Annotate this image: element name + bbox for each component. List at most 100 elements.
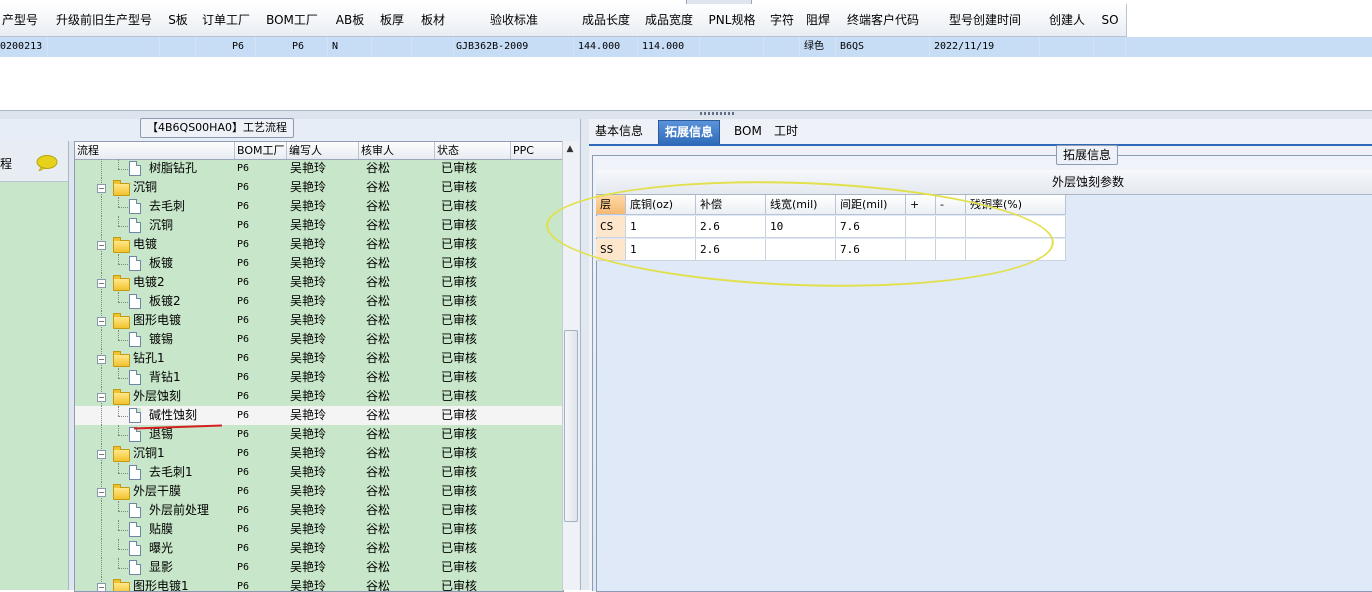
tree-node-label[interactable]: 去毛刺 bbox=[149, 197, 185, 216]
collapse-toggle-icon[interactable]: − bbox=[97, 393, 106, 402]
product-grid-row-selected[interactable]: 0200213 P6 P6 N GJB362B-2009 144.000 114.000 绿色… bbox=[0, 37, 1372, 57]
grid-cell[interactable] bbox=[372, 37, 412, 57]
tree-row[interactable]: − 沉铜 P6 吴艳玲 谷松 已审核 bbox=[75, 178, 563, 197]
tree-column-header[interactable]: 核审人 bbox=[359, 142, 435, 159]
tree-node-label[interactable]: 碱性蚀刻 bbox=[149, 406, 197, 425]
collapse-toggle-icon[interactable]: − bbox=[97, 488, 106, 497]
grid-cell[interactable] bbox=[1040, 37, 1094, 57]
tree-node-label[interactable]: 电镀2 bbox=[133, 273, 165, 292]
tree-column-header[interactable]: 流程 bbox=[75, 142, 235, 159]
tree-row[interactable]: 树脂钻孔 P6 吴艳玲 谷松 已审核 bbox=[75, 159, 563, 178]
tree-row[interactable]: − 外层干膜 P6 吴艳玲 谷松 已审核 bbox=[75, 482, 563, 501]
grid-header-cell[interactable]: 阻焊 bbox=[800, 4, 837, 37]
tree-row[interactable]: 板镀2 P6 吴艳玲 谷松 已审核 bbox=[75, 292, 563, 311]
grid-cell[interactable] bbox=[160, 37, 196, 57]
chat-bubble-icon[interactable] bbox=[36, 155, 58, 171]
tree-node-label[interactable]: 外层前处理 bbox=[149, 501, 209, 520]
grid-header-cell[interactable]: S板 bbox=[160, 4, 197, 37]
grid-cell[interactable]: GJB362B-2009 bbox=[454, 37, 574, 57]
tree-node-label[interactable]: 外层干膜 bbox=[133, 482, 181, 501]
tree-row[interactable]: − 外层蚀刻 P6 吴艳玲 谷松 已审核 bbox=[75, 387, 563, 406]
collapse-toggle-icon[interactable]: − bbox=[97, 583, 106, 591]
tree-node-label[interactable]: 图形电镀 bbox=[133, 311, 181, 330]
tree-row[interactable]: 背钻1 P6 吴艳玲 谷松 已审核 bbox=[75, 368, 563, 387]
tree-row[interactable]: − 电镀2 P6 吴艳玲 谷松 已审核 bbox=[75, 273, 563, 292]
tree-node-label[interactable]: 沉铜 bbox=[133, 178, 157, 197]
grid-cell[interactable]: P6 bbox=[256, 37, 328, 57]
grid-header-cell[interactable]: 成品宽度 bbox=[638, 4, 701, 37]
grid-header-cell[interactable]: 升级前旧生产型号 bbox=[48, 4, 161, 37]
grid-cell[interactable] bbox=[1094, 37, 1126, 57]
tree-column-header[interactable]: BOM工厂 bbox=[235, 142, 287, 159]
grid-header-cell[interactable]: 产型号 bbox=[0, 4, 49, 37]
tree-row[interactable]: 沉铜 P6 吴艳玲 谷松 已审核 bbox=[75, 216, 563, 235]
scroll-up-arrow-icon[interactable]: ▲ bbox=[562, 141, 578, 157]
grid-header-cell[interactable]: 型号创建时间 bbox=[930, 4, 1041, 37]
grid-cell[interactable] bbox=[412, 37, 454, 57]
tree-row[interactable]: 板镀 P6 吴艳玲 谷松 已审核 bbox=[75, 254, 563, 273]
tree-row[interactable]: − 图形电镀 P6 吴艳玲 谷松 已审核 bbox=[75, 311, 563, 330]
grid-header-cell[interactable]: 创建人 bbox=[1040, 4, 1095, 37]
tree-column-header[interactable]: 编写人 bbox=[287, 142, 359, 159]
grid-cell[interactable]: 绿色 bbox=[800, 37, 836, 57]
tree-node-label[interactable]: 显影 bbox=[149, 558, 173, 577]
grid-header-cell[interactable]: 板厚 bbox=[372, 4, 413, 37]
grid-header-cell[interactable]: PNL规格 bbox=[700, 4, 765, 37]
tree-row[interactable]: 去毛刺1 P6 吴艳玲 谷松 已审核 bbox=[75, 463, 563, 482]
grid-header-cell[interactable]: SO bbox=[1094, 4, 1127, 37]
tree-node-label[interactable]: 沉铜1 bbox=[133, 444, 165, 463]
tree-column-header[interactable]: PPC bbox=[511, 142, 563, 159]
collapse-toggle-icon[interactable]: − bbox=[97, 241, 106, 250]
grid-cell[interactable]: 2022/11/19 bbox=[930, 37, 1040, 57]
tab-basic-info[interactable]: 基本信息 bbox=[589, 120, 649, 144]
grid-cell[interactable] bbox=[764, 37, 800, 57]
tree-row[interactable]: 显影 P6 吴艳玲 谷松 已审核 bbox=[75, 558, 563, 577]
grid-cell[interactable]: 0200213 bbox=[0, 37, 48, 57]
collapse-toggle-icon[interactable]: − bbox=[97, 355, 106, 364]
tree-row[interactable]: 外层前处理 P6 吴艳玲 谷松 已审核 bbox=[75, 501, 563, 520]
tree-node-label[interactable]: 镀锡 bbox=[149, 330, 173, 349]
grid-header-cell[interactable]: 终端客户代码 bbox=[836, 4, 931, 37]
tree-scrollbar-thumb[interactable] bbox=[564, 330, 578, 522]
grid-header-cell[interactable]: 板材 bbox=[412, 4, 455, 37]
tab-labor-hours[interactable]: 工时 bbox=[768, 120, 804, 144]
tree-node-label[interactable]: 板镀2 bbox=[149, 292, 181, 311]
tree-node-label[interactable]: 外层蚀刻 bbox=[133, 387, 181, 406]
tree-column-header[interactable]: 状态 bbox=[435, 142, 511, 159]
tree-node-label[interactable]: 钻孔1 bbox=[133, 349, 165, 368]
grid-cell[interactable]: N bbox=[328, 37, 372, 57]
tree-node-label[interactable]: 背钻1 bbox=[149, 368, 181, 387]
collapse-toggle-icon[interactable]: − bbox=[97, 184, 106, 193]
tree-row[interactable]: 镀锡 P6 吴艳玲 谷松 已审核 bbox=[75, 330, 563, 349]
collapse-toggle-icon[interactable]: − bbox=[97, 317, 106, 326]
tree-node-label[interactable]: 沉铜 bbox=[149, 216, 173, 235]
grid-header-cell[interactable]: 成品长度 bbox=[574, 4, 639, 37]
collapse-toggle-icon[interactable]: − bbox=[97, 450, 106, 459]
tree-row[interactable]: − 沉铜1 P6 吴艳玲 谷松 已审核 bbox=[75, 444, 563, 463]
tab-bom[interactable]: BOM bbox=[728, 120, 768, 144]
tree-row[interactable]: 贴膜 P6 吴艳玲 谷松 已审核 bbox=[75, 520, 563, 539]
tree-node-label[interactable]: 曝光 bbox=[149, 539, 173, 558]
tree-node-label[interactable]: 去毛刺1 bbox=[149, 463, 193, 482]
grid-header-cell[interactable]: 字符 bbox=[764, 4, 801, 37]
grid-header-cell[interactable]: AB板 bbox=[328, 4, 373, 37]
grid-header-cell[interactable]: 订单工厂 bbox=[196, 4, 257, 37]
grid-cell[interactable]: 144.000 bbox=[574, 37, 638, 57]
grid-cell[interactable]: 114.000 bbox=[638, 37, 700, 57]
splitter-grip-icon[interactable] bbox=[700, 112, 736, 115]
grid-header-cell[interactable]: BOM工厂 bbox=[256, 4, 329, 37]
tree-row[interactable]: − 电镀 P6 吴艳玲 谷松 已审核 bbox=[75, 235, 563, 254]
tree-node-label[interactable]: 电镀 bbox=[133, 235, 157, 254]
tree-row[interactable]: 曝光 P6 吴艳玲 谷松 已审核 bbox=[75, 539, 563, 558]
tree-node-label[interactable]: 贴膜 bbox=[149, 520, 173, 539]
grid-cell[interactable] bbox=[700, 37, 764, 57]
collapse-toggle-icon[interactable]: − bbox=[97, 279, 106, 288]
tree-node-label[interactable]: 板镀 bbox=[149, 254, 173, 273]
grid-header-cell[interactable]: 验收标准 bbox=[454, 4, 575, 37]
tree-row[interactable]: 去毛刺 P6 吴艳玲 谷松 已审核 bbox=[75, 197, 563, 216]
grid-cell[interactable]: B6QS bbox=[836, 37, 930, 57]
tree-row[interactable]: 碱性蚀刻 P6 吴艳玲 谷松 已审核 bbox=[75, 406, 563, 425]
grid-cell[interactable]: P6 bbox=[196, 37, 256, 57]
grid-cell[interactable] bbox=[48, 37, 160, 57]
tree-node-label[interactable]: 树脂钻孔 bbox=[149, 159, 197, 178]
